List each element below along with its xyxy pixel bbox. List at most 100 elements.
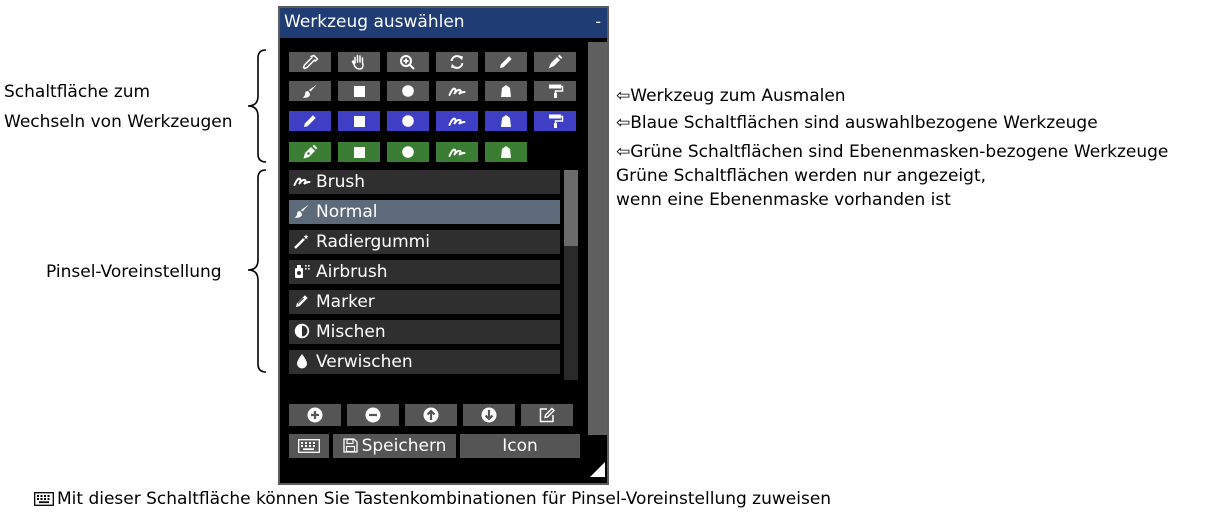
rectangle-tool-button[interactable] [338, 81, 380, 101]
arrow-left-icon: ⇦ [616, 86, 631, 106]
paint-roller-icon [549, 84, 564, 98]
brush-stroke-icon [448, 117, 466, 126]
tool-select-panel: Werkzeug auswählen - Brush Normal Radier… [278, 6, 609, 485]
move-preset-up-button[interactable] [405, 404, 457, 426]
marker-pen-icon [293, 293, 311, 309]
selection-freehand-tool-button[interactable] [436, 111, 478, 131]
minimize-button[interactable]: - [595, 12, 601, 31]
brush-stroke-icon [448, 87, 466, 96]
selection-pen-tool-button[interactable] [289, 111, 331, 131]
freehand-tool-button[interactable] [436, 81, 478, 101]
mask-polygon-tool-button[interactable] [485, 142, 527, 162]
pen-icon [304, 115, 316, 127]
fill-tool-button[interactable] [534, 81, 576, 101]
zoom-tool-button[interactable] [387, 52, 429, 72]
arrow-down-circle-icon [481, 407, 497, 423]
arrow-left-icon: ⇦ [616, 113, 631, 133]
hand-tool-button[interactable] [338, 52, 380, 72]
preset-item-marker[interactable]: Marker [289, 290, 560, 314]
polygon-icon [501, 115, 511, 127]
preset-item-airbrush[interactable]: Airbrush [289, 260, 560, 284]
preset-item-radiergummi[interactable]: Radiergummi [289, 230, 560, 254]
annotation-tool-switch-line2: Wechseln von Werkzeugen [4, 112, 233, 132]
preset-label: Radiergummi [316, 232, 430, 252]
preset-list-scroll-thumb[interactable] [564, 170, 578, 246]
edit-preset-button[interactable] [521, 404, 573, 426]
keyboard-shortcut-button[interactable] [289, 434, 329, 458]
preset-label: Mischen [316, 322, 386, 342]
zoom-in-icon [400, 55, 415, 70]
polygon-icon [501, 146, 511, 158]
preset-label: Brush [316, 172, 366, 192]
eyedropper-icon [302, 54, 319, 70]
selection-rectangle-tool-button[interactable] [338, 111, 380, 131]
polygon-icon [501, 85, 511, 97]
preset-label: Airbrush [316, 262, 388, 282]
paintbrush-icon [293, 203, 311, 219]
panel-scrollbar[interactable] [588, 42, 607, 435]
keyboard-icon [298, 439, 320, 453]
annotation-green-buttons: ⇦Grüne Schaltflächen sind Ebenenmasken-b… [616, 142, 1169, 162]
annotation-shortcut-button: Mit dieser Schaltfläche können Sie Taste… [34, 489, 831, 511]
keyboard-icon [34, 491, 54, 511]
add-preset-button[interactable] [289, 404, 341, 426]
minus-circle-icon [365, 407, 381, 423]
paintbrush-icon [302, 84, 317, 98]
preset-label: Marker [316, 292, 375, 312]
preset-label: Normal [316, 202, 378, 222]
mask-ellipse-tool-button[interactable] [387, 142, 429, 162]
pencil-tool-button[interactable] [485, 52, 527, 72]
panel-titlebar[interactable]: Werkzeug auswählen - [280, 8, 607, 38]
rotate-icon [450, 55, 464, 69]
panel-title: Werkzeug auswählen [284, 12, 465, 32]
mask-pen-tool-button[interactable] [289, 142, 331, 162]
circle-icon [402, 115, 414, 127]
brace-brush-presets [247, 169, 267, 373]
resize-handle[interactable] [590, 462, 605, 477]
icon-button[interactable]: Icon [460, 434, 580, 458]
eyedropper-tool-button[interactable] [289, 52, 331, 72]
selection-polygon-tool-button[interactable] [485, 111, 527, 131]
brace-tool-buttons [247, 49, 267, 163]
half-circle-icon [293, 323, 311, 339]
annotation-tool-switch-line1: Schaltfläche zum [4, 82, 151, 102]
preset-item-mischen[interactable]: Mischen [289, 320, 560, 344]
preset-item-brush[interactable]: Brush [289, 170, 560, 194]
save-label: Speichern [361, 436, 447, 456]
save-preset-button[interactable]: Speichern [333, 434, 456, 458]
annotation-green-visible-line1: Grüne Schaltflächen werden nur angezeigt… [616, 166, 987, 186]
droplet-icon [293, 353, 311, 369]
annotation-brush-preset: Pinsel-Voreinstellung [46, 262, 222, 282]
airbrush-icon [293, 263, 311, 279]
selection-ellipse-tool-button[interactable] [387, 111, 429, 131]
remove-preset-button[interactable] [347, 404, 399, 426]
paint-roller-icon [549, 114, 564, 128]
selection-fill-tool-button[interactable] [534, 111, 576, 131]
rotate-tool-button[interactable] [436, 52, 478, 72]
fountain-pen-icon [548, 54, 563, 69]
polygon-tool-button[interactable] [485, 81, 527, 101]
preset-item-verwischen[interactable]: Verwischen [289, 350, 560, 374]
plus-circle-icon [307, 407, 323, 423]
fountain-pen-icon [303, 144, 318, 159]
pen-tool-button[interactable] [534, 52, 576, 72]
brush-stroke-icon [293, 173, 311, 189]
preset-label: Verwischen [316, 352, 413, 372]
ellipse-tool-button[interactable] [387, 81, 429, 101]
brush-stroke-icon [448, 148, 466, 157]
floppy-disk-icon [342, 436, 358, 460]
annotation-blue-buttons: ⇦Blaue Schaltflächen sind auswahlbezogen… [616, 113, 1098, 133]
mask-rectangle-tool-button[interactable] [338, 142, 380, 162]
arrow-left-icon: ⇦ [616, 142, 631, 162]
mask-freehand-tool-button[interactable] [436, 142, 478, 162]
brush-tool-button[interactable] [289, 81, 331, 101]
annotation-fill-tool: ⇦Werkzeug zum Ausmalen [616, 86, 846, 106]
move-preset-down-button[interactable] [463, 404, 515, 426]
hand-icon [351, 54, 364, 70]
preset-list-scrollbar[interactable] [564, 170, 578, 380]
circle-icon [402, 146, 414, 158]
square-icon [354, 116, 365, 127]
preset-item-normal[interactable]: Normal [289, 200, 560, 224]
annotation-green-visible-line2: wenn eine Ebenenmaske vorhanden ist [616, 190, 951, 210]
edit-icon [539, 407, 555, 423]
